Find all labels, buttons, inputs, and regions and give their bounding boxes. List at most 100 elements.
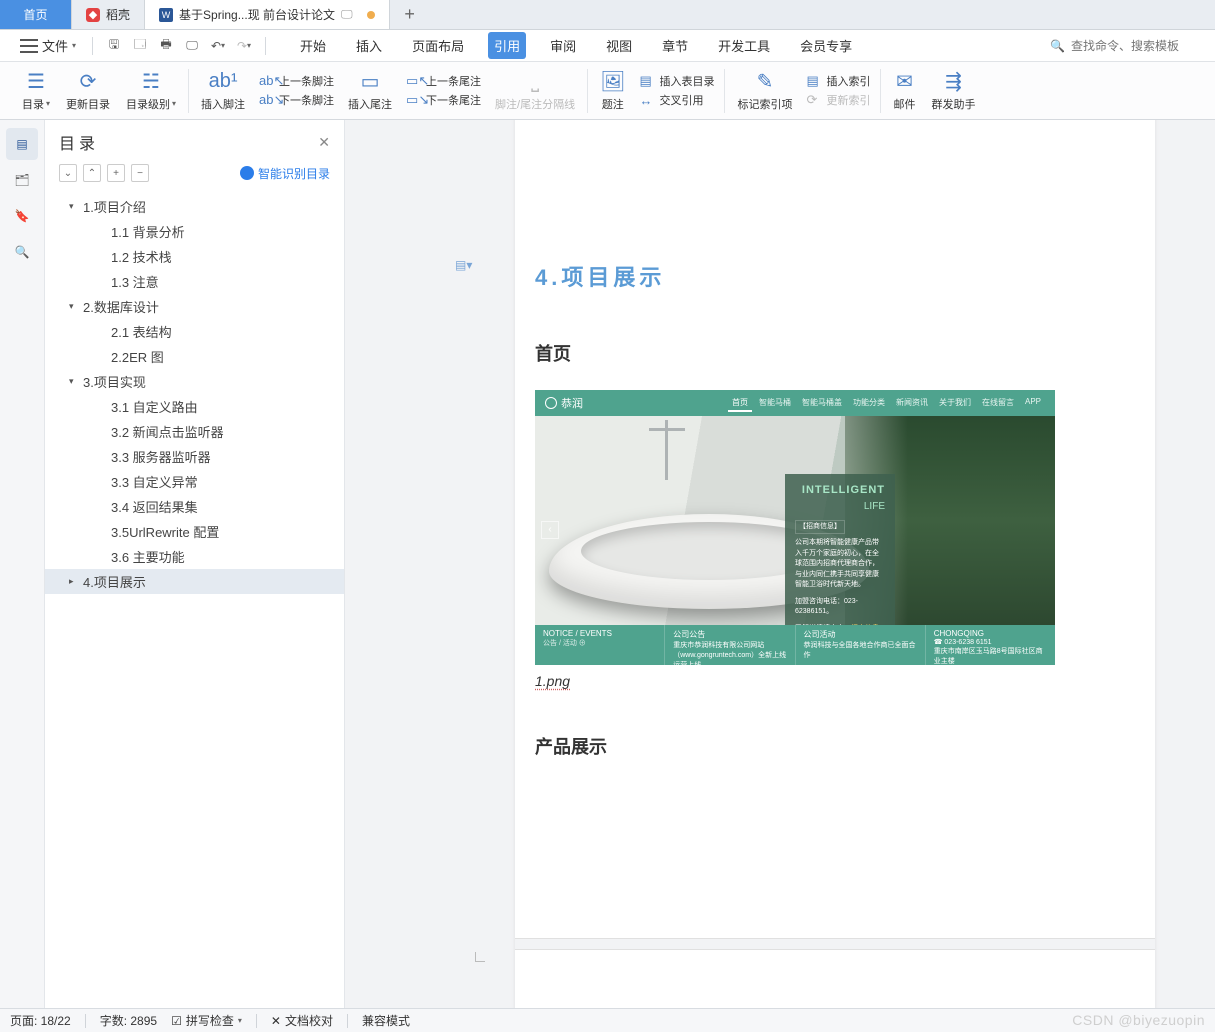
mail-icon: ✉ [896, 70, 913, 94]
redo-button[interactable]: ↷▾ [233, 35, 255, 57]
undo-button[interactable]: ↶▾ [207, 35, 229, 57]
status-bar: 页面: 18/22 字数: 2895 ☑拼写检查▾ ✕文档校对 兼容模式 [0, 1008, 1215, 1032]
toc-item[interactable]: 2.1 表结构 [45, 319, 344, 344]
document-page: ▤▾ 4.项目展示 首页 恭润 首页智能马桶智能马桶盖功能分类新闻资讯关于我们在… [515, 120, 1155, 1008]
prev-endnote-button[interactable]: ▭↖上一条尾注 [406, 73, 481, 89]
separator [587, 69, 588, 113]
new-tab-button[interactable]: + [390, 0, 430, 29]
toc-panel-tools: ⌄ ⌃ + − 智能识别目录 [45, 160, 344, 190]
tab-document[interactable]: W 基于Spring...现 前台设计论文 🖵 [145, 0, 390, 29]
status-page[interactable]: 页面: 18/22 [10, 1012, 71, 1029]
separator [724, 69, 725, 113]
ribbon-tab-start[interactable]: 开始 [294, 32, 332, 59]
ribbon-tab-view[interactable]: 视图 [600, 32, 638, 59]
prev-footnote-button[interactable]: ab↖上一条脚注 [259, 73, 334, 89]
status-spellcheck[interactable]: ☑拼写检查▾ [171, 1012, 242, 1029]
endnote-icon: ▭ [361, 70, 380, 94]
status-compat[interactable]: 兼容模式 [362, 1012, 410, 1029]
add-level-button[interactable]: + [107, 164, 125, 182]
ribbon-tab-devtools[interactable]: 开发工具 [712, 32, 776, 59]
file-menu-button[interactable]: 文件 ▾ [14, 34, 82, 57]
print-button[interactable]: 🖶 [155, 35, 177, 57]
caption-button[interactable]: 🖼 题注 [592, 66, 633, 115]
toc-item[interactable]: 3.6 主要功能 [45, 544, 344, 569]
next-icon: ▭↘ [406, 92, 422, 108]
daoke-icon: ◆ [86, 8, 100, 22]
toc-item[interactable]: 3.2 新闻点击监听器 [45, 419, 344, 444]
status-proofread[interactable]: ✕文档校对 [271, 1012, 333, 1029]
site-logo: 恭润 [545, 395, 583, 411]
toc-item[interactable]: 1.2 技术栈 [45, 244, 344, 269]
toc-level-button[interactable]: ☵ 目录级别▾ [118, 66, 184, 115]
save-button[interactable]: 🖫 [103, 35, 125, 57]
rail-section-button[interactable]: 🗂 [6, 164, 38, 196]
insert-index-button[interactable]: ▤插入索引 [806, 73, 870, 89]
page-action-icon[interactable]: ▤▾ [455, 258, 471, 274]
mark-index-button[interactable]: ✎ 标记索引项 [729, 66, 800, 115]
close-panel-button[interactable]: ✕ [318, 134, 330, 151]
document-canvas[interactable]: ▤▾ 4.项目展示 首页 恭润 首页智能马桶智能马桶盖功能分类新闻资讯关于我们在… [345, 120, 1215, 1008]
insert-figure-toc-button[interactable]: ▤插入表目录 [639, 73, 714, 89]
command-search[interactable]: 🔍 [1050, 39, 1201, 53]
groupsend-icon: ⇶ [945, 70, 962, 94]
toc-item[interactable]: 3.4 返回结果集 [45, 494, 344, 519]
remove-level-button[interactable]: − [131, 164, 149, 182]
updateindex-icon: ⟳ [806, 92, 822, 108]
toc-item[interactable]: 3.1 自定义路由 [45, 394, 344, 419]
footnote-separator-button[interactable]: ⎵ 脚注/尾注分隔线 [487, 66, 583, 115]
bulb-icon [240, 166, 254, 180]
ribbon-tab-member[interactable]: 会员专享 [794, 32, 858, 59]
update-index-button[interactable]: ⟳更新索引 [806, 92, 870, 108]
group-send-button[interactable]: ⇶ 群发助手 [923, 66, 983, 115]
toc-item[interactable]: ▾1.项目介绍 [45, 194, 344, 219]
print-preview-button[interactable]: 🖵 [181, 35, 203, 57]
insert-endnote-button[interactable]: ▭ 插入尾注 [340, 66, 400, 115]
left-rail: ▤ 🗂 🔖 🔍 [0, 120, 45, 1008]
ribbon-tab-references[interactable]: 引用 [488, 32, 526, 59]
next-footnote-button[interactable]: ab↘下一条脚注 [259, 92, 334, 108]
toc-item[interactable]: 1.3 注意 [45, 269, 344, 294]
toc-item[interactable]: 3.3 服务器监听器 [45, 444, 344, 469]
insertindex-icon: ▤ [806, 73, 822, 89]
app-tabs-bar: 首页 ◆ 稻壳 W 基于Spring...现 前台设计论文 🖵 + [0, 0, 1215, 30]
toc-item[interactable]: ▾3.项目实现 [45, 369, 344, 394]
embedded-screenshot: 恭润 首页智能马桶智能马桶盖功能分类新闻资讯关于我们在线留言APP ‹ INTE… [535, 390, 1055, 665]
endnote-nav: ▭↖上一条尾注 ▭↘下一条尾注 [400, 73, 487, 108]
separator [92, 37, 93, 55]
doc-icon: ✕ [271, 1014, 281, 1028]
ribbon-tab-chapter[interactable]: 章节 [656, 32, 694, 59]
toc-item[interactable]: ▾2.数据库设计 [45, 294, 344, 319]
cross-reference-button[interactable]: ↔交叉引用 [639, 92, 714, 108]
update-toc-button[interactable]: ⟳ 更新目录 [58, 66, 118, 115]
save-as-button[interactable]: 🗔 [129, 35, 151, 57]
prev-icon: ▭↖ [406, 73, 422, 89]
toc-button[interactable]: ☰ 目录▾ [14, 66, 58, 115]
toc-tree[interactable]: ▾1.项目介绍1.1 背景分析1.2 技术栈1.3 注意▾2.数据库设计2.1 … [45, 190, 344, 1008]
auto-detect-toc-button[interactable]: 智能识别目录 [240, 165, 330, 182]
next-endnote-button[interactable]: ▭↘下一条尾注 [406, 92, 481, 108]
ribbon-tab-insert[interactable]: 插入 [350, 32, 388, 59]
tab-home[interactable]: 首页 [0, 0, 72, 29]
toc-item[interactable]: 2.2ER 图 [45, 344, 344, 369]
unsaved-indicator-icon [367, 11, 375, 19]
toc-item[interactable]: 3.3 自定义异常 [45, 469, 344, 494]
ribbon-tab-pagelayout[interactable]: 页面布局 [406, 32, 470, 59]
search-icon: 🔍 [1050, 39, 1065, 53]
hamburger-icon [20, 39, 38, 53]
search-input[interactable] [1071, 39, 1201, 53]
toc-item[interactable]: 1.1 背景分析 [45, 219, 344, 244]
rail-search-button[interactable]: 🔍 [6, 236, 38, 268]
rail-bookmark-button[interactable]: 🔖 [6, 200, 38, 232]
toc-item[interactable]: 3.5UrlRewrite 配置 [45, 519, 344, 544]
toc-item[interactable]: ▸4.项目展示 [45, 569, 344, 594]
logo-icon [545, 397, 557, 409]
collapse-all-button[interactable]: ⌃ [83, 164, 101, 182]
ribbon-tab-review[interactable]: 审阅 [544, 32, 582, 59]
mail-button[interactable]: ✉ 邮件 [885, 66, 923, 115]
rail-outline-button[interactable]: ▤ [6, 128, 38, 160]
tab-daoke[interactable]: ◆ 稻壳 [72, 0, 145, 29]
status-words[interactable]: 字数: 2895 [100, 1012, 157, 1029]
footnote-nav: ab↖上一条脚注 ab↘下一条脚注 [253, 73, 340, 108]
expand-all-button[interactable]: ⌄ [59, 164, 77, 182]
insert-footnote-button[interactable]: ab¹ 插入脚注 [193, 66, 253, 115]
